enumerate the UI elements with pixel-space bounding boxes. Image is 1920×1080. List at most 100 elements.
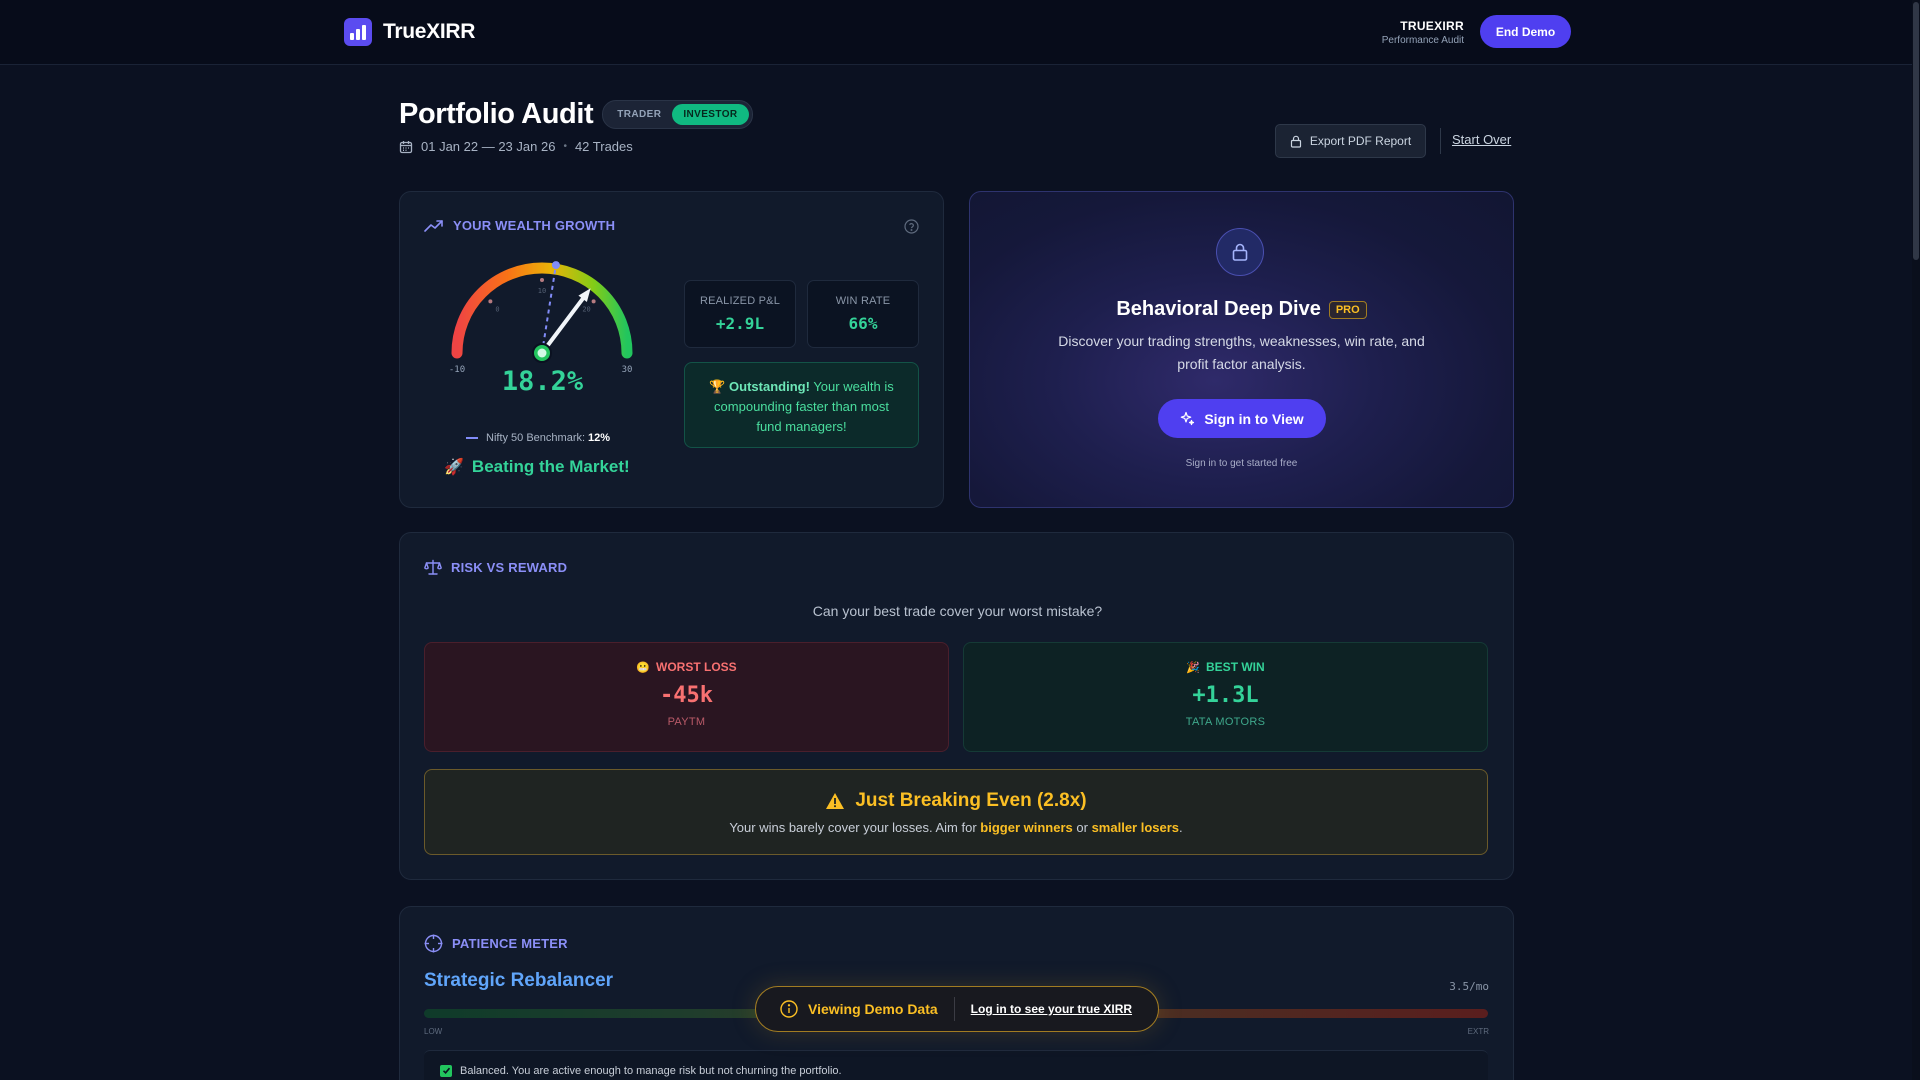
demo-label: Viewing Demo Data <box>808 1001 938 1017</box>
wealth-growth-card: YOUR WEALTH GROWTH 0 10 20 -10 30 18.2% Nift… <box>399 191 944 508</box>
log-in-link[interactable]: Log in to see your true XIRR <box>971 1002 1132 1016</box>
trending-up-icon <box>424 219 443 232</box>
patience-low-label: LOW <box>424 1027 443 1036</box>
demo-separator <box>953 997 955 1021</box>
benchmark-value: 12% <box>588 432 611 444</box>
mode-trader-tab[interactable]: TRADER <box>606 104 672 125</box>
lock-icon <box>1232 243 1248 261</box>
verdict-title-row: Just Breaking Even (2.8x) <box>425 790 1487 812</box>
pro-badge: PRO <box>1328 300 1367 319</box>
scrollbar[interactable] <box>1912 0 1920 1080</box>
scale-icon <box>424 559 442 575</box>
gauge-tick-dot <box>488 299 493 304</box>
benchmark-row: Nifty 50 Benchmark: 12% <box>466 432 610 444</box>
worst-loss-symbol: PAYTM <box>667 716 706 728</box>
meta-separator: • <box>563 141 567 152</box>
wealth-growth-heading-text: YOUR WEALTH GROWTH <box>453 218 616 233</box>
patience-note-text: Balanced. You are active enough to manag… <box>460 1064 842 1077</box>
verdict-prefix: Your wins barely cover your losses. Aim … <box>729 820 977 835</box>
sign-in-to-view-button[interactable]: Sign in to View <box>1158 399 1326 438</box>
export-pdf-label: Export PDF Report <box>1309 134 1412 148</box>
mode-investor-tab[interactable]: INVESTOR <box>672 104 749 125</box>
logo-bar-chart-icon <box>344 18 372 46</box>
trade-frequency: 3.5/mo <box>1449 980 1489 993</box>
win-rate-value: 66% <box>848 314 878 333</box>
lock-icon <box>1290 135 1301 148</box>
worst-loss-label: WORST LOSS <box>656 660 737 674</box>
logo[interactable]: TrueXIRR <box>344 18 475 46</box>
locked-feature-badge <box>1216 228 1264 276</box>
benchmark-label: Nifty 50 Benchmark: <box>486 432 586 444</box>
outstanding-title: Outstanding! <box>729 379 810 394</box>
best-win-box: 🎉 BEST WIN +1.3L TATA MOTORS <box>963 642 1488 752</box>
gauge-needle <box>540 291 590 355</box>
scrollbar-thumb[interactable] <box>1913 2 1919 260</box>
brand-block: TRUEXIRR Performance Audit <box>1382 19 1464 46</box>
demo-data-banner: Viewing Demo Data Log in to see your tru… <box>755 986 1159 1032</box>
verdict-mid: or <box>1076 820 1088 835</box>
patience-profile: Strategic Rebalancer <box>424 970 614 991</box>
verdict-description: Your wins barely cover your losses. Aim … <box>425 820 1487 835</box>
rocket-icon: 🚀 <box>444 459 464 476</box>
realized-pnl-value: +2.9L <box>715 314 765 333</box>
trophy-icon: 🏆 <box>709 379 726 394</box>
mode-toggle[interactable]: TRADER INVESTOR <box>602 100 753 129</box>
gauge-tick-label: 20 <box>582 305 590 313</box>
risk-vs-reward-heading: RISK VS REWARD <box>424 559 567 576</box>
outstanding-callout: 🏆 Outstanding! Your wealth is compoundin… <box>684 362 919 448</box>
target-crosshair-icon <box>424 934 443 953</box>
beating-market-text: Beating the Market! <box>471 457 630 476</box>
brand-title: TRUEXIRR <box>1400 19 1464 33</box>
verdict-suffix: . <box>1179 820 1183 835</box>
calendar-icon <box>399 140 413 153</box>
best-win-value: +1.3L <box>1192 683 1259 708</box>
patience-note: Balanced. You are active enough to manag… <box>424 1050 1488 1080</box>
gauge-hub-center <box>537 348 547 358</box>
warning-icon <box>826 793 845 809</box>
best-win-symbol: TATA MOTORS <box>1185 716 1266 728</box>
benchmark-legend-line <box>466 437 478 439</box>
wealth-growth-heading: YOUR WEALTH GROWTH <box>424 218 615 233</box>
end-demo-button[interactable]: End Demo <box>1480 15 1571 48</box>
risk-vs-reward-heading-text: RISK VS REWARD <box>451 560 568 575</box>
realized-pnl-stat: REALIZED P&L +2.9L <box>684 280 796 348</box>
demo-label-group: Viewing Demo Data <box>756 1000 938 1018</box>
date-range: 01 Jan 22 — 23 Jan 26 <box>421 139 556 154</box>
party-popper-icon: 🎉 <box>1186 661 1201 674</box>
export-pdf-button[interactable]: Export PDF Report <box>1275 124 1426 158</box>
beating-market-banner: 🚀 Beating the Market! <box>444 457 630 477</box>
audit-meta: 01 Jan 22 — 23 Jan 26 • 42 Trades <box>399 139 633 154</box>
verdict-smaller-losers: smaller losers <box>1091 820 1180 835</box>
info-icon <box>780 1000 798 1018</box>
gauge-tick-label: 10 <box>538 287 546 295</box>
win-rate-label: WIN RATE <box>835 295 891 307</box>
break-even-verdict: Just Breaking Even (2.8x) Your wins bare… <box>424 769 1488 855</box>
win-rate-stat: WIN RATE 66% <box>807 280 919 348</box>
worst-loss-box: 😬 WORST LOSS -45k PAYTM <box>424 642 949 752</box>
gauge-benchmark-marker <box>551 261 560 270</box>
start-over-link[interactable]: Start Over <box>1452 132 1511 147</box>
verdict-bigger-winners: bigger winners <box>980 820 1073 835</box>
sign-in-subtext: Sign in to get started free <box>1185 458 1298 469</box>
trade-count: 42 Trades <box>574 139 633 154</box>
sign-in-label: Sign in to View <box>1204 410 1304 427</box>
realized-pnl-label: REALIZED P&L <box>699 295 781 307</box>
behavioral-title-row: Behavioral Deep Dive PRO <box>970 298 1513 321</box>
logo-text: TrueXIRR <box>383 20 476 43</box>
patience-meter-heading-text: PATIENCE METER <box>452 936 568 951</box>
brand-subtitle: Performance Audit <box>1381 35 1464 46</box>
patience-high-label: EXTR <box>1467 1027 1489 1036</box>
best-win-label-row: 🎉 BEST WIN <box>964 660 1487 674</box>
divider <box>1440 128 1441 154</box>
behavioral-deep-dive-card: Behavioral Deep Dive PRO Discover your t… <box>969 191 1514 508</box>
help-icon[interactable] <box>904 219 919 234</box>
gauge-tick-label: 0 <box>495 305 499 313</box>
check-icon <box>440 1064 452 1077</box>
grimace-face-icon: 😬 <box>636 661 651 674</box>
gauge-tick-dot <box>591 299 596 304</box>
page-header: Portfolio Audit TRADER INVESTOR <box>399 98 753 131</box>
sparkles-icon <box>1181 411 1195 426</box>
behavioral-title: Behavioral Deep Dive <box>1116 298 1321 320</box>
wealth-gauge: 01020-10 30 <box>449 261 633 375</box>
behavioral-description: Discover your trading strengths, weaknes… <box>1058 333 1425 372</box>
